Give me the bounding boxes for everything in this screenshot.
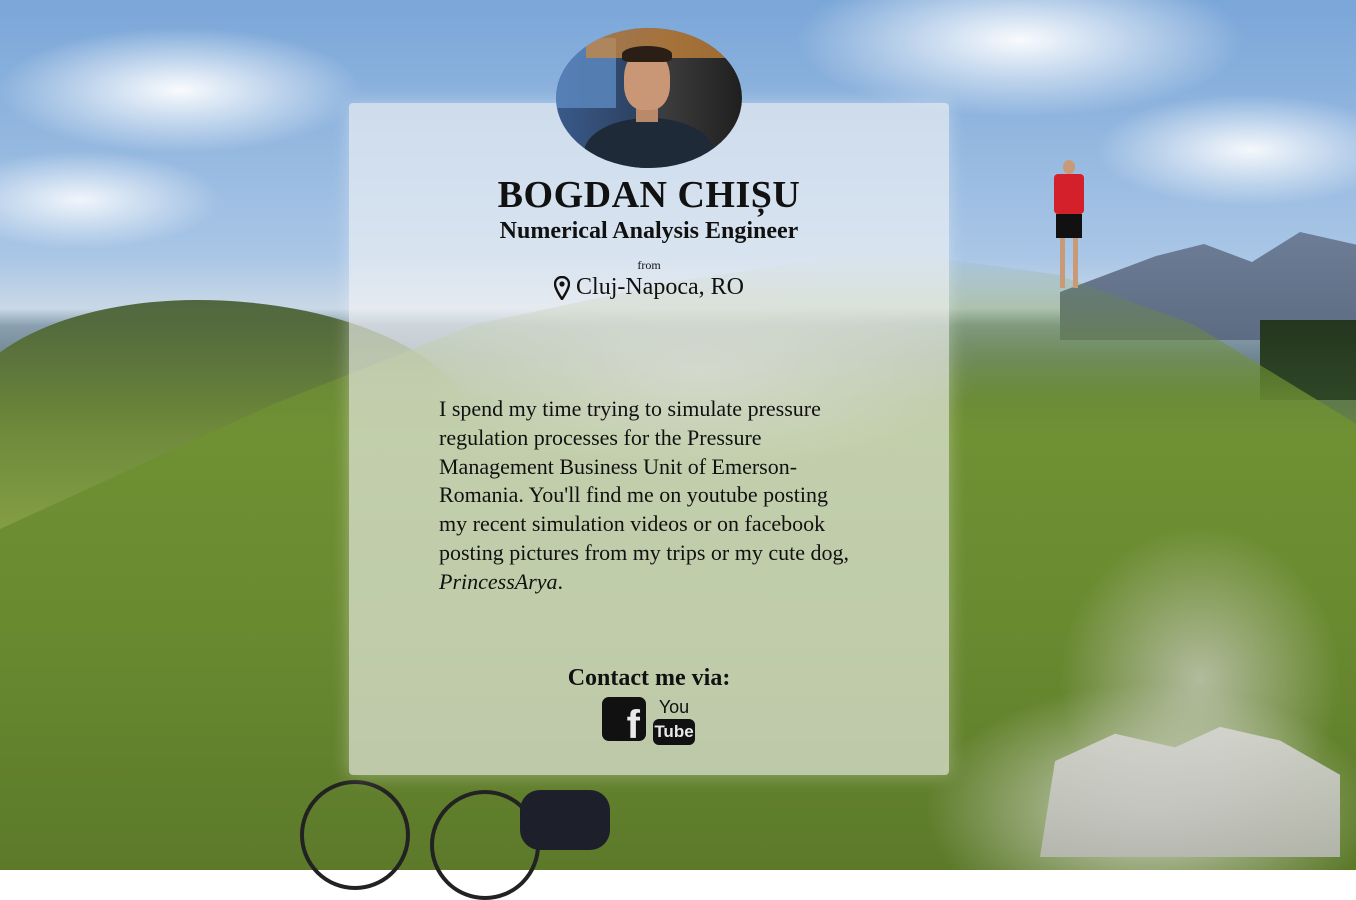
facebook-icon[interactable]: f	[602, 697, 646, 745]
social-links: f You Tube	[602, 697, 702, 749]
bio-end: .	[557, 568, 564, 594]
youtube-tube-text: Tube	[653, 719, 695, 745]
from-label: from	[637, 258, 661, 272]
avatar	[556, 28, 742, 168]
background-hiker	[1052, 160, 1086, 290]
location-text: Cluj-Napoca, RO	[576, 274, 744, 300]
facebook-glyph: f	[626, 703, 640, 747]
location: Cluj-Napoca, RO	[349, 274, 949, 301]
bio-text: I spend my time trying to simulate press…	[439, 396, 849, 565]
profile-name: BOGDAN CHIȘU	[497, 174, 801, 216]
background-bicycle	[300, 760, 620, 900]
contact-heading: Contact me via:	[567, 665, 731, 691]
profile-title: Numerical Analysis Engineer	[499, 218, 799, 244]
dog-name: PrincessArya	[439, 568, 558, 594]
youtube-icon[interactable]: You Tube	[653, 697, 695, 747]
bio-paragraph: I spend my time trying to simulate press…	[439, 395, 859, 597]
youtube-you-text: You	[658, 697, 690, 717]
map-pin-icon	[554, 275, 571, 300]
